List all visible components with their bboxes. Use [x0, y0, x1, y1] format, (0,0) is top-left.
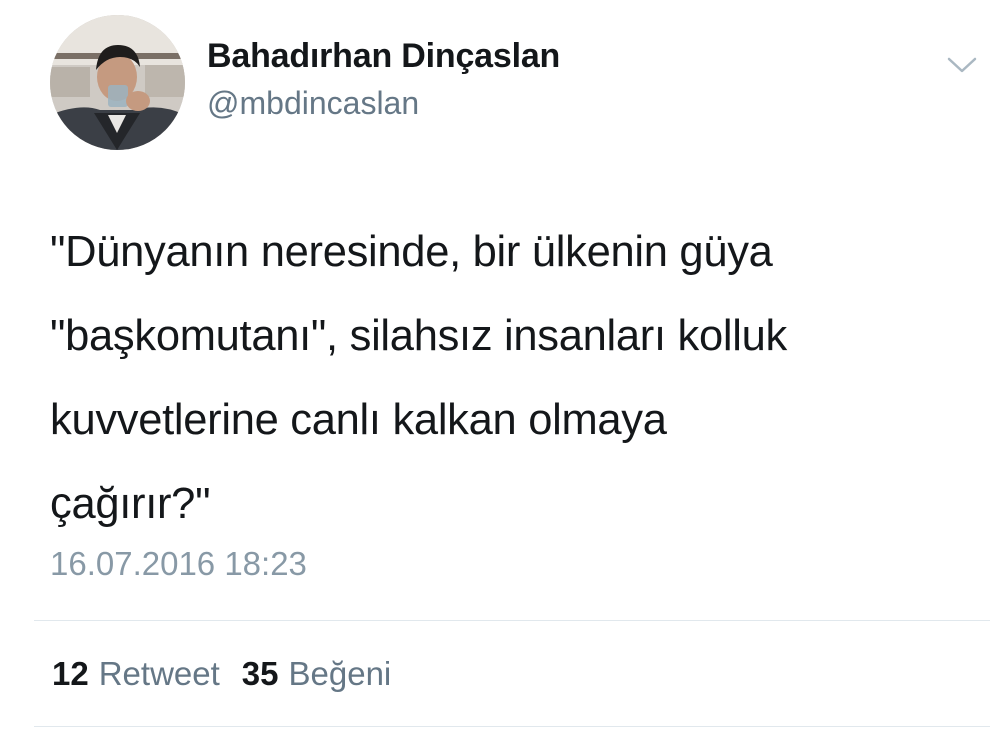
- like-stat[interactable]: 35 Beğeni: [242, 655, 391, 693]
- avatar-photo: [50, 15, 185, 150]
- like-label: Beğeni: [288, 655, 392, 692]
- tweet-text: "Dünyanın neresinde, bir ülkenin güya "b…: [50, 228, 787, 528]
- tweet-card: Bahadırhan Dinçaslan @mbdincaslan "Dünya…: [0, 0, 1000, 740]
- retweet-stat[interactable]: 12 Retweet: [52, 655, 220, 693]
- user-handle[interactable]: @mbdincaslan: [207, 85, 419, 122]
- display-name[interactable]: Bahadırhan Dinçaslan: [207, 37, 560, 76]
- chevron-down-icon[interactable]: [946, 55, 978, 75]
- like-count: 35: [241, 655, 279, 692]
- tweet-stats: 12 Retweet 35 Beğeni: [52, 655, 391, 693]
- avatar[interactable]: [50, 15, 185, 150]
- retweet-count: 12: [52, 655, 89, 692]
- tweet-header: Bahadırhan Dinçaslan @mbdincaslan: [50, 15, 980, 150]
- tweet-timestamp[interactable]: 16.07.2016 18:23: [50, 545, 307, 583]
- divider: [34, 620, 990, 621]
- retweet-label: Retweet: [98, 655, 220, 692]
- divider: [34, 726, 990, 727]
